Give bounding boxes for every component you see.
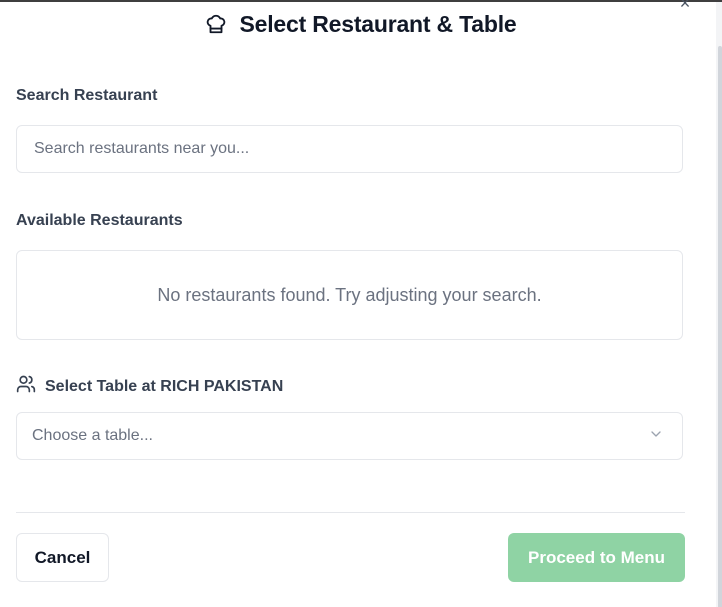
- search-input[interactable]: [32, 139, 682, 159]
- table-select-label: Select Table at RICH PAKISTAN: [45, 377, 284, 395]
- chef-hat-icon: [205, 13, 227, 35]
- chevron-down-icon: [648, 426, 664, 447]
- table-select[interactable]: Choose a table...: [16, 412, 683, 460]
- table-select-value: Choose a table...: [32, 427, 153, 444]
- proceed-to-menu-button[interactable]: Proceed to Menu: [508, 533, 685, 582]
- empty-state-message: No restaurants found. Try adjusting your…: [157, 284, 542, 305]
- dialog-title: Select Restaurant & Table: [239, 10, 517, 37]
- dialog-header: Select Restaurant & Table: [0, 6, 722, 42]
- scrollbar-thumb[interactable]: [718, 46, 722, 607]
- cancel-button[interactable]: Cancel: [16, 533, 109, 582]
- restaurant-list: No restaurants found. Try adjusting your…: [16, 250, 683, 340]
- search-field[interactable]: [16, 125, 683, 173]
- restaurant-table-dialog: × Select Restaurant & Table Search Resta…: [0, 0, 722, 607]
- window-top-border: [0, 0, 722, 2]
- search-label: Search Restaurant: [16, 87, 158, 104]
- available-restaurants-label: Available Restaurants: [16, 212, 183, 229]
- users-icon: [16, 374, 36, 399]
- table-select-heading: Select Table at RICH PAKISTAN: [16, 374, 283, 399]
- footer-divider: [16, 512, 685, 513]
- scrollbar[interactable]: [716, 2, 722, 607]
